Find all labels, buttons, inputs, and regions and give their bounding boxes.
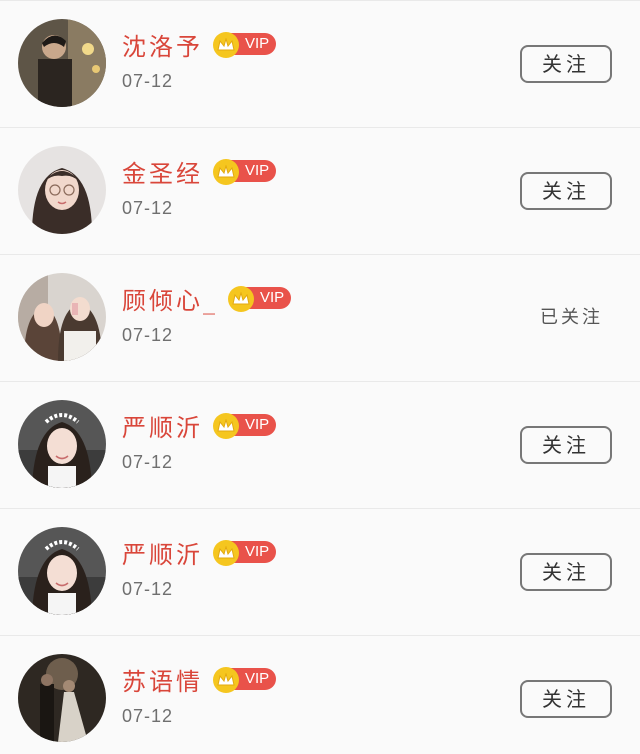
vip-badge: VIP [213,32,277,58]
name-line: 金圣经 VIP [122,154,277,189]
avatar-man-dark-icon [18,19,106,107]
vip-badge: VIP [213,667,277,693]
avatar-girl-flower-crown-icon [18,527,106,615]
avatar[interactable] [18,273,106,361]
vip-badge: VIP [228,286,292,312]
follow-button[interactable]: 关注 [520,553,612,591]
list-item[interactable]: 严顺沂 VIP 07-12 关注 [0,508,640,634]
follow-date: 07-12 [122,71,174,91]
follow-button[interactable]: 关注 [520,680,612,718]
list-item[interactable]: 苏语情 VIP 07-12 关注 [0,635,640,754]
list-item[interactable]: 严顺沂 VIP 07-12 关注 [0,381,640,507]
user-name[interactable]: 严顺沂 [122,535,203,570]
crown-icon [213,413,239,439]
follow-button[interactable]: 关注 [520,45,612,83]
crown-icon [213,32,239,58]
crown-icon [228,286,254,312]
name-line: 苏语情 VIP [122,662,277,697]
avatar-girl-glasses-icon [18,146,106,234]
user-name[interactable]: 顾倾心_ [122,281,218,316]
crown-icon [213,540,239,566]
user-name[interactable]: 苏语情 [122,662,203,697]
list-item[interactable]: 顾倾心_ VIP 07-12 已关注 [0,254,640,380]
user-name[interactable]: 金圣经 [122,154,203,189]
follow-button[interactable]: 关注 [520,172,612,210]
user-name[interactable]: 严顺沂 [122,408,203,443]
name-line: 顾倾心_ VIP [122,281,292,316]
list-item[interactable]: 金圣经 VIP 07-12 关注 [0,127,640,253]
vip-badge: VIP [213,159,277,185]
avatar[interactable] [18,19,106,107]
crown-icon [213,159,239,185]
name-line: 沈洛予 VIP [122,27,277,62]
user-name[interactable]: 沈洛予 [122,27,203,62]
name-line: 严顺沂 VIP [122,408,277,443]
avatar-couple-icon [18,273,106,361]
vip-badge: VIP [213,540,277,566]
vip-badge: VIP [213,413,277,439]
avatar-wedding-couple-icon [18,654,106,742]
follow-date: 07-12 [122,325,174,345]
follow-button[interactable]: 关注 [520,426,612,464]
list-item[interactable]: 沈洛予 VIP 07-12 关注 [0,0,640,126]
follow-date: 07-12 [122,198,174,218]
follower-list: 沈洛予 VIP 07-12 关注 金圣经 VIP 07-12 关注 顾倾心_ V… [0,0,640,754]
followed-status[interactable]: 已关注 [540,303,603,329]
avatar[interactable] [18,527,106,615]
avatar-girl-flower-crown-icon [18,400,106,488]
avatar[interactable] [18,400,106,488]
follow-date: 07-12 [122,452,174,472]
crown-icon [213,667,239,693]
name-line: 严顺沂 VIP [122,535,277,570]
follow-date: 07-12 [122,706,174,726]
avatar[interactable] [18,654,106,742]
follow-date: 07-12 [122,579,174,599]
avatar[interactable] [18,146,106,234]
